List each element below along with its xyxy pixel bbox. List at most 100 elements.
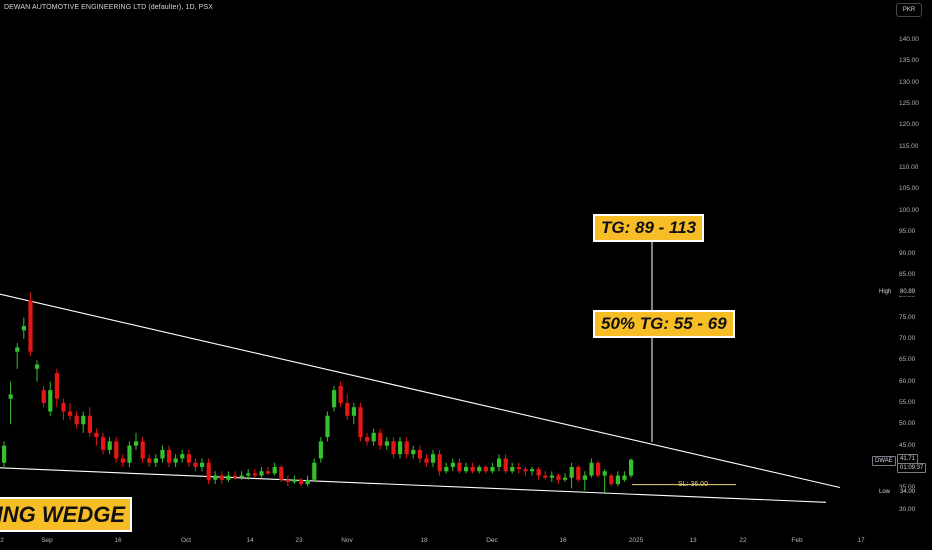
half-target-annotation[interactable]: 50% TG: 55 - 69 bbox=[593, 310, 735, 338]
low-label: Low bbox=[879, 489, 891, 495]
x-tick-label: Nov bbox=[341, 537, 353, 544]
candle-body bbox=[239, 475, 244, 478]
candle-body bbox=[391, 441, 396, 455]
candle-body bbox=[41, 390, 46, 403]
candle-body bbox=[285, 479, 290, 482]
symbol-label: DWAE bbox=[872, 456, 896, 466]
x-tick-label: 13 bbox=[689, 537, 697, 544]
candle-body bbox=[629, 459, 634, 476]
x-tick-label: 23 bbox=[295, 537, 303, 544]
candle-body bbox=[68, 411, 73, 416]
y-tick-label: 140.00 bbox=[899, 36, 919, 43]
candle-body bbox=[193, 462, 198, 467]
candle-body bbox=[483, 467, 488, 472]
candle-body bbox=[305, 479, 310, 485]
price-chart[interactable] bbox=[0, 0, 932, 550]
candle-body bbox=[160, 449, 165, 459]
candle-body bbox=[318, 441, 323, 459]
candle-body bbox=[417, 449, 422, 459]
candle-body bbox=[490, 467, 495, 472]
candle-body bbox=[87, 415, 92, 433]
x-tick-label: 16 bbox=[559, 537, 567, 544]
candle-body bbox=[338, 385, 343, 403]
y-tick-label: 130.00 bbox=[899, 78, 919, 86]
candle-body bbox=[530, 469, 535, 472]
candle-body bbox=[384, 441, 389, 446]
candle-body bbox=[153, 458, 158, 463]
candle-body bbox=[180, 454, 185, 459]
y-tick-label: 110.00 bbox=[899, 164, 919, 172]
target-annotation[interactable]: TG: 89 - 113 bbox=[593, 214, 705, 242]
candle-body bbox=[81, 415, 86, 425]
candle-body bbox=[2, 445, 7, 463]
y-tick-label: 60.00 bbox=[899, 377, 916, 385]
candle-body bbox=[596, 462, 601, 476]
candle-body bbox=[556, 475, 561, 480]
candle-body bbox=[233, 475, 238, 478]
candle-body bbox=[543, 475, 548, 478]
candle-body bbox=[470, 467, 475, 472]
candle-body bbox=[464, 467, 469, 472]
candle-body bbox=[536, 469, 541, 476]
x-tick-label: 17 bbox=[857, 537, 865, 544]
candle-body bbox=[398, 441, 403, 455]
candle-body bbox=[404, 441, 409, 455]
y-tick-label: 30.00 bbox=[899, 505, 916, 513]
candle-body bbox=[28, 300, 33, 352]
candle-body bbox=[325, 415, 330, 438]
y-tick-label: 75.00 bbox=[899, 313, 916, 321]
y-tick-label: 85.00 bbox=[899, 270, 916, 278]
candle-body bbox=[411, 449, 416, 455]
candle-body bbox=[589, 462, 594, 476]
candle-body bbox=[431, 454, 436, 463]
x-tick-label: 2025 bbox=[628, 537, 644, 544]
candle-body bbox=[477, 467, 482, 472]
candle-body bbox=[200, 462, 205, 467]
candle-body bbox=[127, 445, 132, 463]
candle-body bbox=[173, 458, 178, 463]
candle-body bbox=[226, 475, 231, 480]
currency-selector[interactable]: PKR bbox=[896, 3, 922, 17]
candle-body bbox=[365, 437, 370, 442]
y-tick-label: 90.00 bbox=[899, 249, 916, 257]
stop-loss-label: SL: 36.00 bbox=[678, 481, 708, 488]
y-tick-label: 70.00 bbox=[899, 334, 916, 342]
candle-body bbox=[622, 475, 627, 480]
candle-body bbox=[272, 467, 277, 474]
candle-body bbox=[35, 364, 40, 369]
candle-body bbox=[114, 441, 119, 459]
y-tick-label: 120.00 bbox=[899, 121, 919, 129]
candle-body bbox=[576, 467, 581, 480]
chart-title: DEWAN AUTOMOTIVE ENGINEERING LTD (defaul… bbox=[4, 4, 213, 11]
x-tick-label: Dec bbox=[486, 537, 498, 544]
high-label: High bbox=[879, 289, 892, 295]
candle-body bbox=[266, 471, 271, 474]
candle-body bbox=[582, 475, 587, 480]
candle-body bbox=[523, 469, 528, 472]
candle-body bbox=[450, 462, 455, 467]
y-tick-label: 100.00 bbox=[899, 206, 919, 214]
x-tick-label: Oct bbox=[180, 537, 192, 544]
candle-body bbox=[503, 458, 508, 472]
candle-body bbox=[457, 462, 462, 472]
candle-body bbox=[74, 415, 79, 425]
candle-body bbox=[186, 454, 191, 463]
pattern-label[interactable]: LING WEDGE bbox=[0, 497, 132, 532]
candle-body bbox=[602, 471, 607, 476]
x-tick-label: 2 bbox=[0, 537, 4, 544]
y-tick-label: 115.00 bbox=[899, 142, 919, 150]
x-tick-label: 14 bbox=[246, 537, 254, 544]
y-tick-label: 135.00 bbox=[899, 57, 919, 65]
candle-body bbox=[147, 458, 152, 463]
x-tick-label: 22 bbox=[739, 537, 747, 544]
candle-body bbox=[246, 473, 251, 476]
candle-body bbox=[615, 475, 620, 485]
candle-body bbox=[101, 437, 106, 450]
candle-body bbox=[140, 441, 145, 459]
y-tick-label: 55.00 bbox=[899, 398, 916, 406]
candle-body bbox=[549, 475, 554, 478]
candle-body bbox=[107, 441, 112, 450]
candle-body bbox=[279, 467, 284, 480]
candle-body bbox=[510, 467, 515, 472]
candle-body bbox=[609, 475, 614, 485]
